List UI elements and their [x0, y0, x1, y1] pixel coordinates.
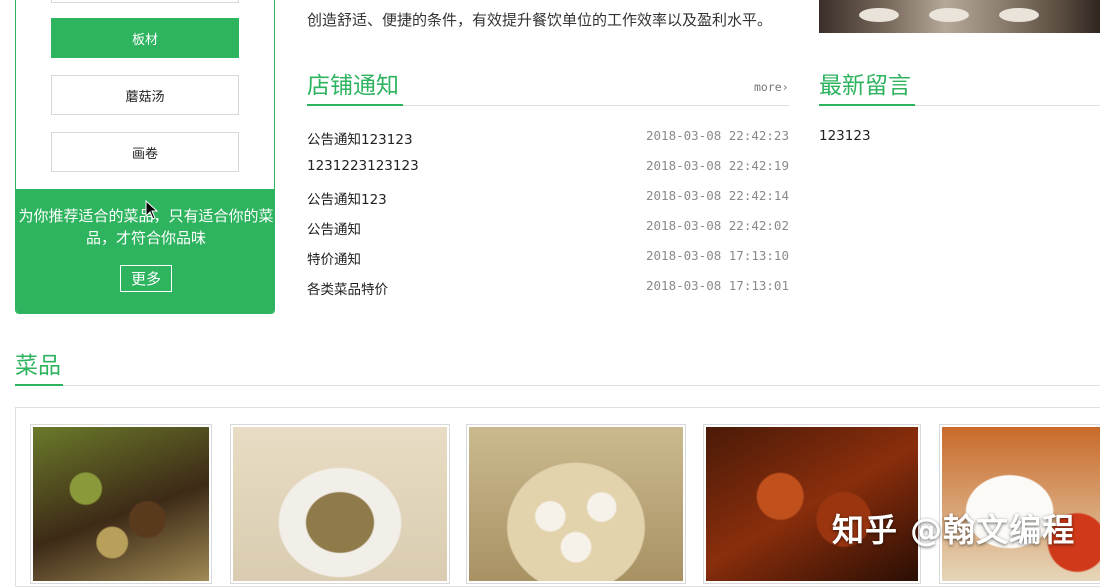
dish-image	[469, 427, 683, 581]
notice-date: 2018-03-08 22:42:14	[646, 188, 789, 203]
notice-title[interactable]: 各类菜品特价	[307, 282, 388, 298]
dish-card[interactable]	[30, 424, 212, 584]
dish-image	[33, 427, 209, 581]
category-item-hidden[interactable]	[51, 0, 239, 3]
notice-date: 2018-03-08 17:13:01	[646, 278, 789, 293]
dishes-section-title: 菜品	[15, 353, 61, 379]
notice-title[interactable]: 特价通知	[307, 252, 361, 268]
notice-row[interactable]: 公告通知 2018-03-08 22:42:02	[307, 218, 789, 238]
mouse-cursor-icon	[145, 200, 159, 220]
dish-card[interactable]	[939, 424, 1100, 584]
dish-card[interactable]	[703, 424, 921, 584]
notice-row[interactable]: 各类菜品特价 2018-03-08 17:13:01	[307, 278, 789, 298]
dish-card[interactable]	[230, 424, 450, 584]
dish-image	[942, 427, 1100, 581]
notice-section-title: 店铺通知	[307, 73, 399, 99]
notice-title[interactable]: 公告通知123	[307, 192, 387, 208]
dishes-title-underline	[15, 384, 63, 386]
notice-row[interactable]: 公告通知123 2018-03-08 22:42:14	[307, 188, 789, 208]
dishes-divider	[15, 385, 1100, 386]
notice-title-underline	[307, 104, 403, 106]
intro-text: 创造舒适、便捷的条件，有效提升餐饮单位的工作效率以及盈利水平。	[307, 11, 773, 29]
category-item-mushroom-soup[interactable]: 蘑菇汤	[51, 75, 239, 115]
notice-row[interactable]: 公告通知123123 2018-03-08 22:42:23	[307, 128, 789, 148]
notice-title[interactable]: 公告通知123123	[307, 132, 413, 148]
notice-title[interactable]: 公告通知	[307, 222, 361, 238]
notice-date: 2018-03-08 17:13:10	[646, 248, 789, 263]
notice-date: 2018-03-08 22:42:02	[646, 218, 789, 233]
watermark-text: 知乎 @翰文编程	[832, 511, 1076, 549]
category-item-painting[interactable]: 画卷	[51, 132, 239, 172]
category-item-bancai[interactable]: 板材	[51, 18, 239, 58]
notice-row[interactable]: 特价通知 2018-03-08 17:13:10	[307, 248, 789, 268]
dish-image	[233, 427, 447, 581]
notice-more-link[interactable]: more›	[754, 80, 789, 94]
notice-more-label: more	[754, 80, 782, 94]
notice-date: 2018-03-08 22:42:23	[646, 128, 789, 143]
category-panel: 板材 蘑菇汤 画卷 为你推荐适合的菜品，只有适合你的菜品，才符合你品味 更多	[15, 0, 275, 314]
restaurant-photo	[819, 0, 1100, 33]
more-button[interactable]: 更多	[119, 265, 172, 292]
notice-row[interactable]: 1231223123123 2018-03-08 22:42:19	[307, 158, 789, 174]
messages-section-title: 最新留言	[819, 73, 911, 99]
notice-date: 2018-03-08 22:42:19	[646, 158, 789, 173]
notice-title[interactable]: 1231223123123	[307, 158, 419, 174]
messages-title-underline	[819, 104, 915, 106]
dish-image	[706, 427, 918, 581]
chevron-right-icon: ›	[781, 80, 789, 94]
dish-card[interactable]	[466, 424, 686, 584]
message-item[interactable]: 123123	[819, 128, 871, 144]
